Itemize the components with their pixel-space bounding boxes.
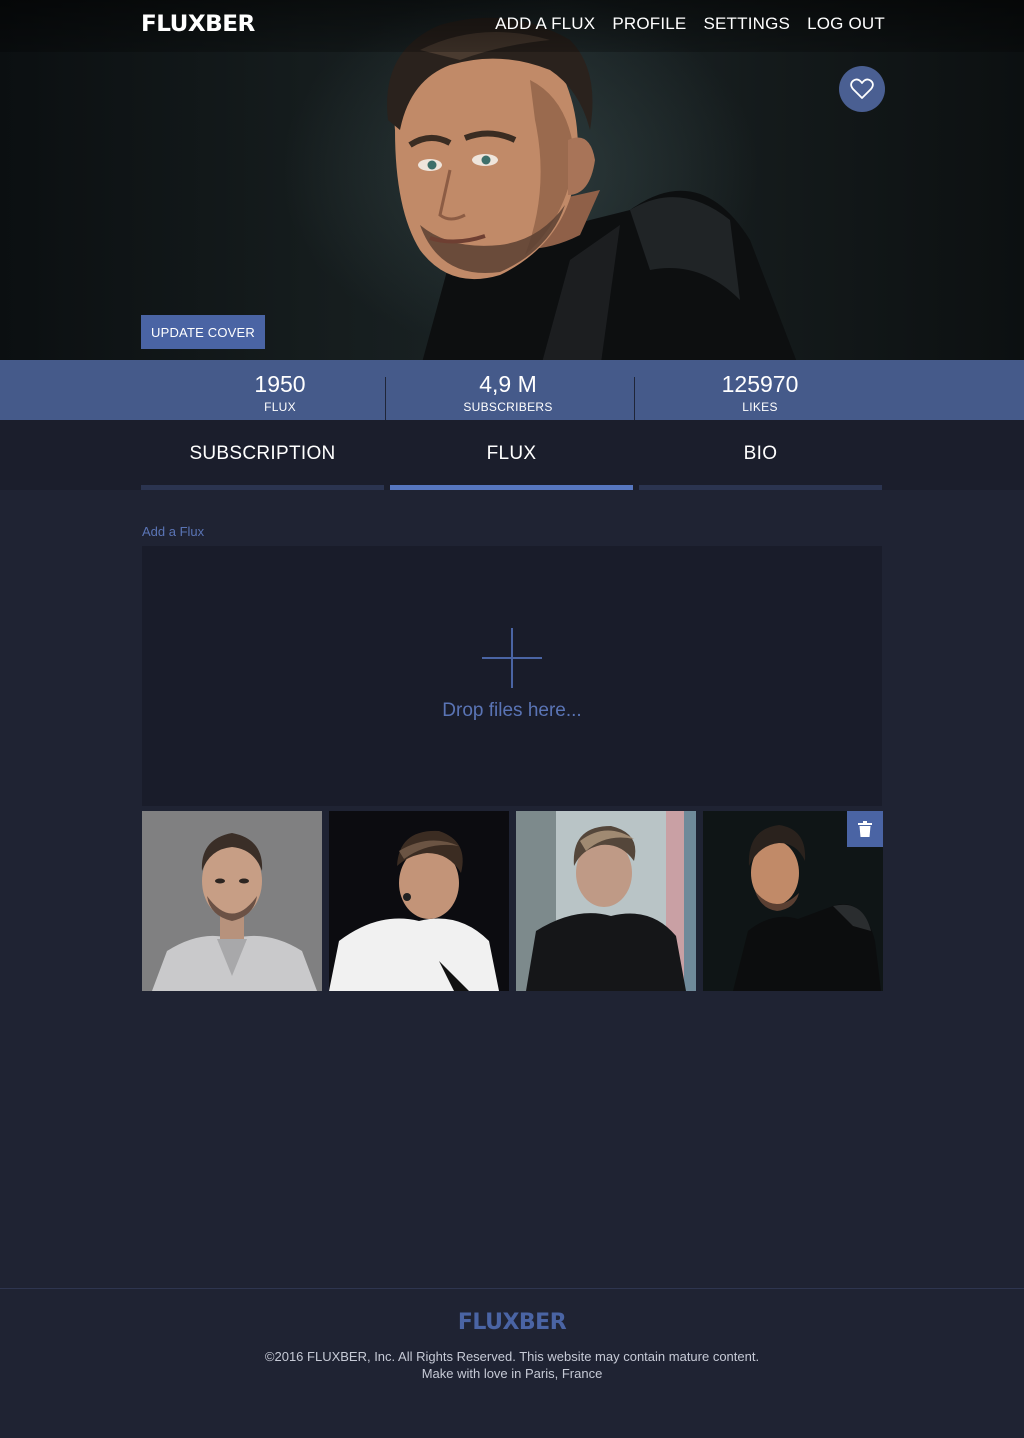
- stat-flux-label: FLUX: [264, 400, 296, 414]
- gallery-photo[interactable]: [516, 811, 696, 991]
- stat-subscribers-label: SUBSCRIBERS: [463, 400, 553, 414]
- update-cover-button[interactable]: UPDATE COVER: [141, 315, 265, 349]
- add-flux-link[interactable]: Add a Flux: [142, 524, 204, 539]
- footer-tagline: Make with love in Paris, France: [421, 1366, 603, 1381]
- flux-gallery: [142, 811, 883, 991]
- tab-underline: [639, 485, 882, 490]
- stat-subscribers: 4,9 M SUBSCRIBERS: [398, 360, 618, 420]
- top-navigation: FLUXBER ADD A FLUX PROFILE SETTINGS LOG …: [0, 0, 1024, 52]
- stat-likes: 125970 LIKES: [650, 360, 870, 420]
- tab-bio[interactable]: BIO: [639, 420, 882, 490]
- delete-photo-button[interactable]: [847, 811, 883, 847]
- footer-divider: [0, 1288, 1024, 1289]
- heart-icon: [850, 78, 874, 99]
- tab-subscription-label: SUBSCRIPTION: [189, 443, 336, 464]
- cover-photo: [387, 17, 797, 360]
- footer-copyright: ©2016 FLUXBER, Inc. All Rights Reserved.…: [264, 1349, 760, 1364]
- tab-underline: [141, 485, 384, 490]
- footer-logo[interactable]: FLUXBER: [0, 1310, 1024, 1335]
- stat-divider: [385, 377, 386, 420]
- profile-stats: 1950 FLUX 4,9 M SUBSCRIBERS 125970 LIKES: [0, 360, 1024, 420]
- photo-thumbnail: [516, 811, 696, 991]
- nav-profile[interactable]: PROFILE: [612, 14, 686, 34]
- nav-log-out[interactable]: LOG OUT: [807, 14, 885, 34]
- file-dropzone[interactable]: Drop files here...: [142, 546, 882, 806]
- stat-flux-value: 1950: [254, 371, 306, 397]
- nav-links: ADD A FLUX PROFILE SETTINGS LOG OUT: [495, 14, 885, 34]
- photo-thumbnail: [329, 811, 509, 991]
- tab-underline-active: [390, 485, 633, 490]
- favorite-button[interactable]: [839, 66, 885, 112]
- photo-thumbnail: [142, 811, 322, 991]
- gallery-photo[interactable]: [703, 811, 883, 991]
- stat-subscribers-value: 4,9 M: [479, 371, 537, 397]
- stat-likes-label: LIKES: [742, 400, 778, 414]
- dropzone-text: Drop files here...: [442, 700, 582, 721]
- brand-logo[interactable]: FLUXBER: [141, 12, 255, 37]
- stat-flux: 1950 FLUX: [170, 360, 390, 420]
- nav-add-flux[interactable]: ADD A FLUX: [495, 14, 595, 34]
- stat-divider: [634, 377, 635, 420]
- trash-icon: [858, 821, 872, 837]
- tab-subscription[interactable]: SUBSCRIPTION: [141, 420, 384, 490]
- tab-flux[interactable]: FLUX: [390, 420, 633, 490]
- tab-bio-label: BIO: [743, 443, 778, 464]
- plus-icon: [482, 628, 542, 688]
- gallery-photo[interactable]: [142, 811, 322, 991]
- gallery-photo[interactable]: [329, 811, 509, 991]
- tab-flux-label: FLUX: [486, 443, 537, 464]
- profile-cover: FLUXBER ADD A FLUX PROFILE SETTINGS LOG …: [0, 0, 1024, 360]
- nav-settings[interactable]: SETTINGS: [703, 14, 790, 34]
- stat-likes-value: 125970: [721, 371, 799, 397]
- profile-tabs: SUBSCRIPTION FLUX BIO: [0, 420, 1024, 490]
